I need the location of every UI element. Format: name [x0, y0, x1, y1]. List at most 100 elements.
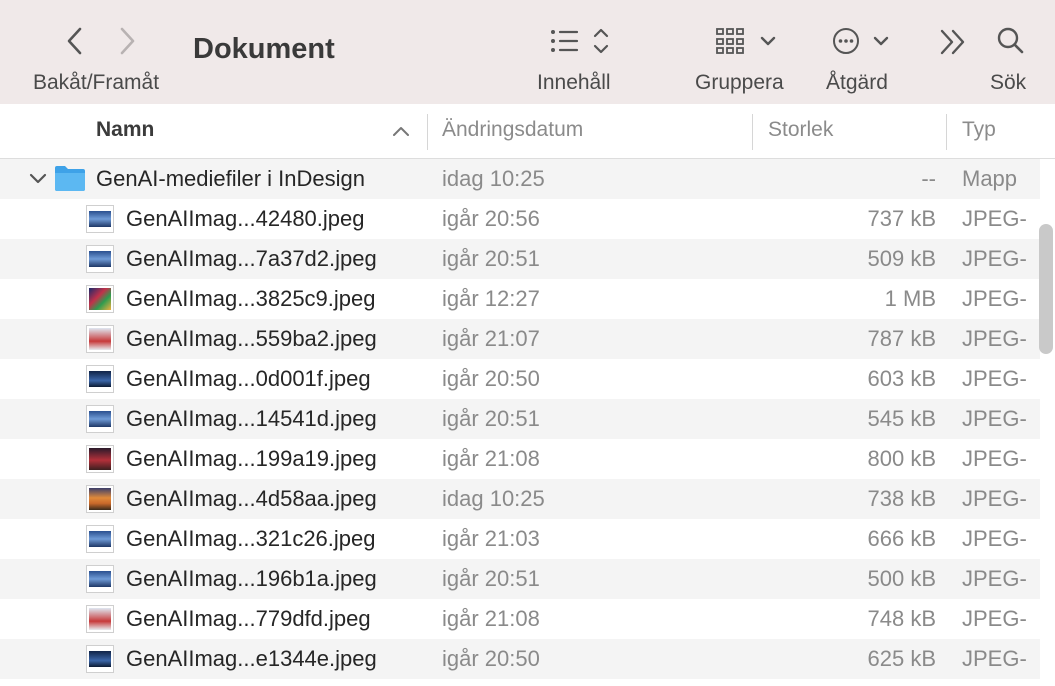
folder-date: idag 10:25	[442, 166, 545, 191]
action-label: Åtgärd	[826, 71, 888, 94]
file-date: igår 20:56	[442, 206, 540, 231]
column-divider[interactable]	[752, 114, 753, 150]
jpeg-thumbnail-icon	[86, 525, 114, 553]
vertical-scrollbar[interactable]	[1039, 224, 1053, 354]
more-toolbar-icon[interactable]	[939, 28, 969, 56]
file-row[interactable]: GenAIImag...321c26.jpeg igår 21:03 666 kB J…	[0, 519, 1040, 559]
column-header-name[interactable]: Namn	[96, 104, 154, 158]
file-list: GenAI-mediefiler i InDesign idag 10:25 -…	[0, 159, 1040, 679]
file-row[interactable]: GenAIImag...14541d.jpeg igår 20:51 545 kB J…	[0, 399, 1040, 439]
column-header-bar: Namn Ändringsdatum Storlek Typ	[0, 104, 1055, 159]
thumbnail-image	[89, 571, 111, 587]
file-name: GenAIImag...14541d.jpeg	[126, 406, 377, 431]
column-header-type[interactable]: Typ	[962, 104, 996, 158]
file-name: GenAIImag...3825c9.jpeg	[126, 286, 376, 311]
file-row[interactable]: GenAIImag...4d58aa.jpeg idag 10:25 738 kB J…	[0, 479, 1040, 519]
jpeg-thumbnail-icon	[86, 605, 114, 633]
back-forward-label: Bakåt/Framåt	[33, 71, 160, 94]
jpeg-thumbnail-icon	[86, 565, 114, 593]
jpeg-thumbnail-icon	[86, 645, 114, 673]
file-date: igår 21:07	[442, 326, 540, 351]
folder-row[interactable]: GenAI-mediefiler i InDesign idag 10:25 -…	[0, 159, 1040, 199]
file-type: JPEG-	[962, 406, 1027, 431]
thumbnail-image	[89, 328, 111, 350]
thumbnail-image	[89, 371, 111, 387]
column-divider[interactable]	[427, 114, 428, 150]
thumbnail-image	[89, 488, 111, 510]
jpeg-thumbnail-icon	[86, 405, 114, 433]
sort-ascending-icon[interactable]	[392, 124, 410, 138]
file-name: GenAIImag...196b1a.jpeg	[126, 566, 377, 591]
file-name: GenAIImag...321c26.jpeg	[126, 526, 376, 551]
file-name: GenAIImag...779dfd.jpeg	[126, 606, 371, 631]
folder-type: Mapp	[962, 166, 1018, 191]
jpeg-thumbnail-icon	[86, 325, 114, 353]
file-size: 545 kB	[867, 406, 937, 431]
list-view-icon[interactable]	[549, 26, 613, 56]
folder-name: GenAI-mediefiler i InDesign	[96, 166, 366, 191]
file-type: JPEG-	[962, 246, 1027, 271]
chevron-right-icon[interactable]	[114, 26, 140, 56]
file-row[interactable]: GenAIImag...196b1a.jpeg igår 20:51 500 kB J…	[0, 559, 1040, 599]
jpeg-thumbnail-icon	[86, 285, 114, 313]
thumbnail-image	[89, 211, 111, 227]
file-date: igår 20:50	[442, 366, 540, 391]
jpeg-thumbnail-icon	[86, 485, 114, 513]
file-name: GenAIImag...199a19.jpeg	[126, 446, 377, 471]
file-name: GenAIImag...e1344e.jpeg	[126, 646, 377, 671]
column-header-date[interactable]: Ändringsdatum	[442, 104, 583, 158]
group-grid-icon[interactable]	[716, 26, 780, 56]
jpeg-thumbnail-icon	[86, 445, 114, 473]
file-type: JPEG-	[962, 286, 1027, 311]
thumbnail-image	[89, 288, 111, 310]
file-type: JPEG-	[962, 526, 1027, 551]
file-size: 500 kB	[867, 566, 937, 591]
jpeg-thumbnail-icon	[86, 245, 114, 273]
file-row[interactable]: GenAIImag...3825c9.jpeg igår 12:27 1 MB JPE…	[0, 279, 1040, 319]
file-row[interactable]: GenAIImag...559ba2.jpeg igår 21:07 787 kB J…	[0, 319, 1040, 359]
file-name: GenAIImag...7a37d2.jpeg	[126, 246, 377, 271]
thumbnail-image	[89, 531, 111, 547]
file-type: JPEG-	[962, 486, 1027, 511]
file-date: igår 20:51	[442, 566, 540, 591]
thumbnail-image	[89, 251, 111, 267]
thumbnail-image	[89, 608, 111, 630]
thumbnail-image	[89, 411, 111, 427]
toolbar: Bakåt/Framåt Dokument Innehåll Gruppera	[0, 0, 1055, 105]
file-name: GenAIImag...559ba2.jpeg	[126, 326, 377, 351]
file-row[interactable]: GenAIImag...199a19.jpeg igår 21:08 800 kB J…	[0, 439, 1040, 479]
file-row[interactable]: GenAIImag...42480.jpeg igår 20:56 737 kB JP…	[0, 199, 1040, 239]
folder-icon	[54, 164, 86, 192]
file-size: 748 kB	[867, 606, 937, 631]
group-label: Gruppera	[695, 71, 784, 94]
chevron-left-icon[interactable]	[62, 26, 88, 56]
file-row[interactable]: GenAIImag...0d001f.jpeg igår 20:50 603 kB J…	[0, 359, 1040, 399]
file-date: igår 20:51	[442, 246, 540, 271]
file-type: JPEG-	[962, 566, 1027, 591]
file-date: igår 12:27	[442, 286, 540, 311]
file-size: 603 kB	[867, 366, 937, 391]
file-row[interactable]: GenAIImag...e1344e.jpeg igår 20:50 625 kB J…	[0, 639, 1040, 679]
file-size: 1 MB	[884, 286, 936, 311]
column-divider[interactable]	[946, 114, 947, 150]
file-size: 666 kB	[867, 526, 937, 551]
jpeg-thumbnail-icon	[86, 365, 114, 393]
action-ellipsis-icon[interactable]	[832, 25, 894, 57]
file-type: JPEG-	[962, 646, 1027, 671]
file-type: JPEG-	[962, 366, 1027, 391]
column-header-size[interactable]: Storlek	[768, 104, 833, 158]
file-name: GenAIImag...4d58aa.jpeg	[126, 486, 377, 511]
file-row[interactable]: GenAIImag...7a37d2.jpeg igår 20:51 509 kB J…	[0, 239, 1040, 279]
disclosure-chevron-icon[interactable]	[28, 171, 48, 187]
file-date: igår 21:03	[442, 526, 540, 551]
file-date: idag 10:25	[442, 486, 545, 511]
file-size: 800 kB	[867, 446, 937, 471]
file-type: JPEG-	[962, 606, 1027, 631]
file-date: igår 21:08	[442, 446, 540, 471]
search-icon[interactable]	[996, 26, 1026, 56]
folder-size: --	[921, 166, 936, 191]
thumbnail-image	[89, 651, 111, 667]
search-label: Sök	[990, 71, 1027, 94]
view-label: Innehåll	[537, 71, 611, 94]
file-row[interactable]: GenAIImag...779dfd.jpeg igår 21:08 748 kB J…	[0, 599, 1040, 639]
